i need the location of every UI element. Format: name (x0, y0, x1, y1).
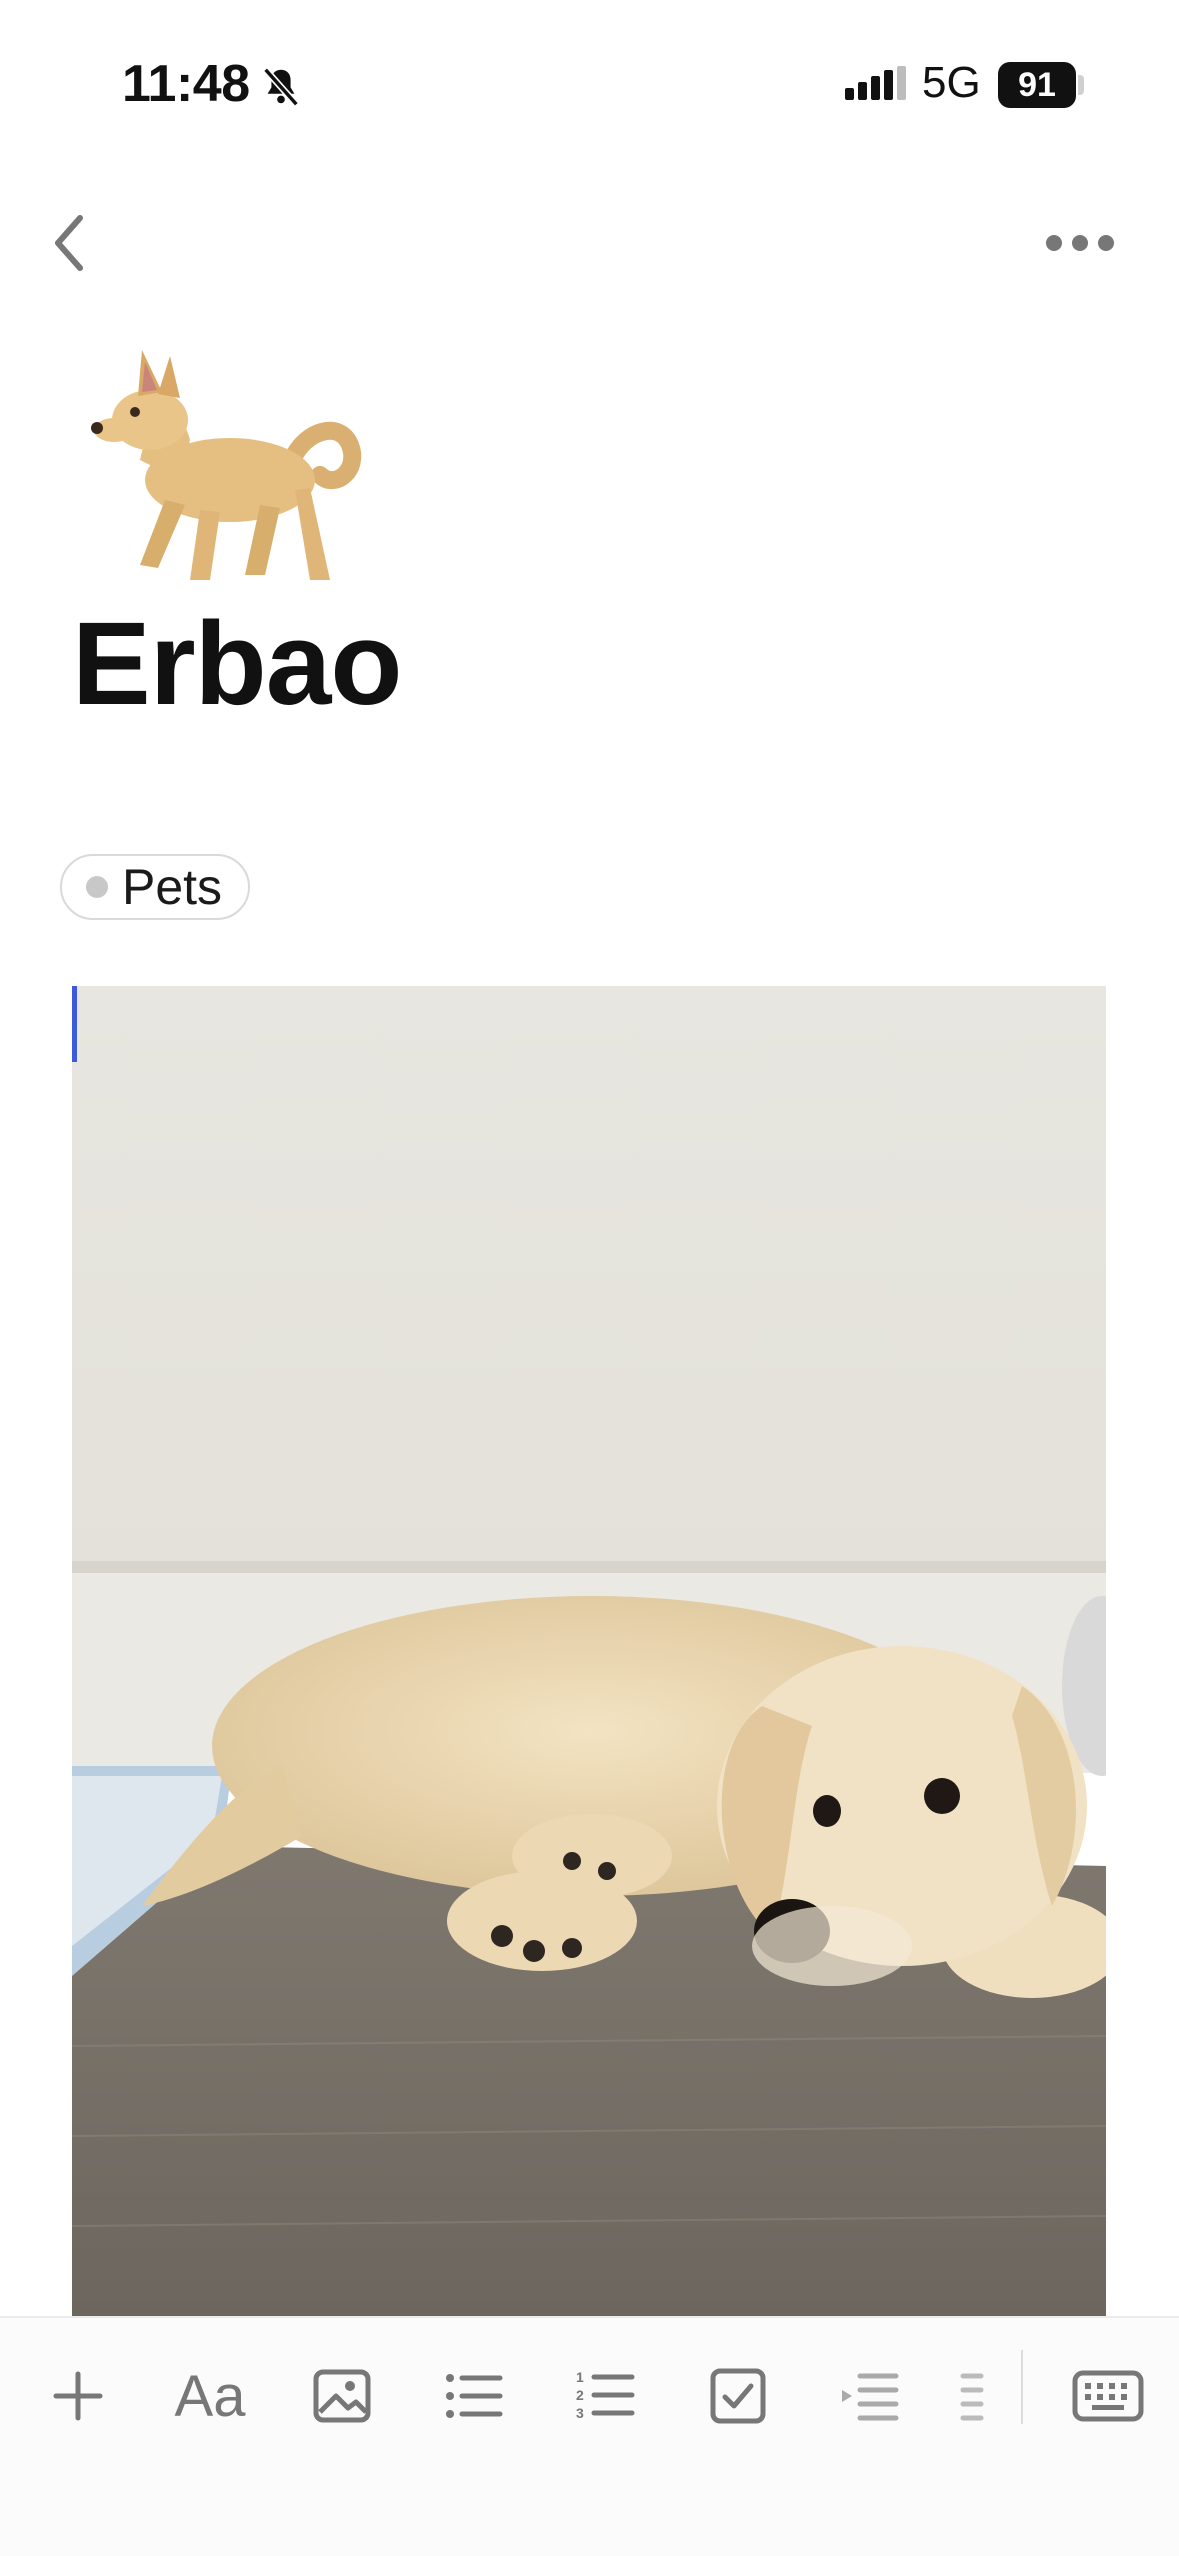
more-options-button[interactable] (1044, 222, 1116, 264)
numbered-list-icon: 1 2 3 (576, 2369, 635, 2421)
toolbar-keyboard-button[interactable] (1058, 2356, 1158, 2436)
tag-chip-pets[interactable]: Pets (60, 854, 251, 920)
text-cursor (72, 986, 77, 1062)
back-button[interactable] (46, 210, 96, 276)
bulleted-list-icon (446, 2374, 503, 2418)
note-page-screen: 11:48 5G 91 Erbao Pets Aa 1 2 3 (0, 0, 1179, 2556)
toolbar-divider (1021, 2350, 1023, 2424)
text-style-icon: Aa (174, 2363, 246, 2429)
battery-indicator: 91 (998, 62, 1076, 108)
toolbar-bulleted-list-button[interactable] (434, 2356, 514, 2436)
plus-icon (53, 2371, 103, 2421)
toolbar-todo-button[interactable] (698, 2356, 778, 2436)
checkbox-icon (710, 2368, 766, 2424)
page-title[interactable]: Erbao (72, 596, 402, 732)
keyboard-icon (1072, 2370, 1144, 2422)
toolbar-indent-button[interactable] (830, 2356, 910, 2436)
bell-off-icon (263, 67, 299, 107)
puppy-photo[interactable] (72, 986, 1106, 2316)
status-time: 11:48 (122, 55, 250, 113)
toolbar-numbered-list-button[interactable]: 1 2 3 (566, 2356, 646, 2436)
svg-text:1: 1 (576, 2369, 584, 2385)
svg-text:3: 3 (576, 2405, 584, 2421)
battery-tip (1078, 75, 1084, 95)
ellipsis-icon (1046, 235, 1114, 251)
network-label: 5G (922, 58, 981, 107)
outdent-icon (960, 2373, 984, 2421)
toolbar-outdent-button[interactable] (942, 2356, 1002, 2436)
toolbar-add-button[interactable] (38, 2356, 118, 2436)
toolbar-text-style-button[interactable]: Aa (170, 2356, 250, 2436)
chevron-left-icon (55, 215, 83, 271)
editing-toolbar (0, 2316, 1179, 2556)
status-bar: 11:48 5G 91 (0, 0, 1179, 150)
tag-color-dot (86, 876, 108, 898)
toolbar-image-button[interactable] (302, 2356, 382, 2436)
image-icon (313, 2369, 371, 2423)
dog-emoji-icon[interactable] (70, 340, 370, 610)
tag-label: Pets (122, 859, 223, 915)
svg-text:2: 2 (576, 2387, 584, 2403)
indent-icon (842, 2373, 899, 2421)
signal-icon (845, 66, 906, 100)
